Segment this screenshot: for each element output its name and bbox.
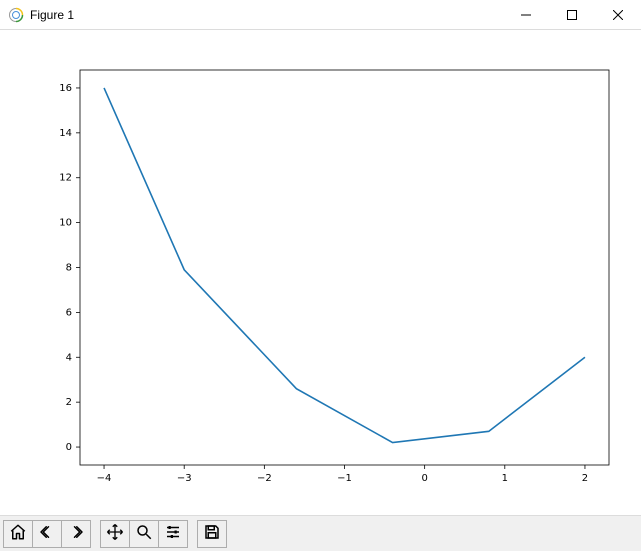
x-tick-label: 1	[502, 473, 508, 484]
x-tick-label: 0	[421, 473, 427, 484]
back-button[interactable]	[32, 520, 62, 548]
minimize-button[interactable]	[503, 0, 549, 29]
y-tick-label: 8	[66, 263, 72, 274]
window-title: Figure 1	[30, 8, 74, 22]
configure-button[interactable]	[158, 520, 188, 548]
y-tick-label: 12	[59, 173, 72, 184]
save-button[interactable]	[197, 520, 227, 548]
home-button[interactable]	[3, 520, 33, 548]
zoom-icon	[135, 523, 153, 544]
maximize-button[interactable]	[549, 0, 595, 29]
y-tick-label: 6	[66, 307, 72, 318]
matplotlib-toolbar	[0, 515, 641, 551]
x-tick-label: −2	[257, 473, 272, 484]
pan-button[interactable]	[100, 520, 130, 548]
y-tick-label: 14	[59, 128, 72, 139]
app-icon	[8, 7, 24, 23]
x-tick-label: 2	[582, 473, 588, 484]
axes-box	[80, 70, 609, 465]
sliders-icon	[164, 523, 182, 544]
toolbar-separator	[187, 520, 197, 548]
home-icon	[9, 523, 27, 544]
x-tick-label: −3	[177, 473, 192, 484]
y-tick-label: 0	[66, 442, 72, 453]
x-tick-label: −1	[337, 473, 352, 484]
y-tick-label: 16	[59, 83, 72, 94]
chart-svg: −4−3−2−10120246810121416	[0, 30, 641, 515]
x-tick-label: −4	[97, 473, 112, 484]
y-tick-label: 4	[66, 352, 72, 363]
plot-area[interactable]: −4−3−2−10120246810121416	[0, 30, 641, 515]
forward-arrow-icon	[67, 523, 85, 544]
forward-button[interactable]	[61, 520, 91, 548]
window-controls	[503, 0, 641, 29]
window-titlebar: Figure 1	[0, 0, 641, 30]
zoom-button[interactable]	[129, 520, 159, 548]
y-tick-label: 10	[59, 218, 72, 229]
back-arrow-icon	[38, 523, 56, 544]
close-button[interactable]	[595, 0, 641, 29]
pan-icon	[106, 523, 124, 544]
toolbar-separator	[90, 520, 100, 548]
save-icon	[203, 523, 221, 544]
y-tick-label: 2	[66, 397, 72, 408]
